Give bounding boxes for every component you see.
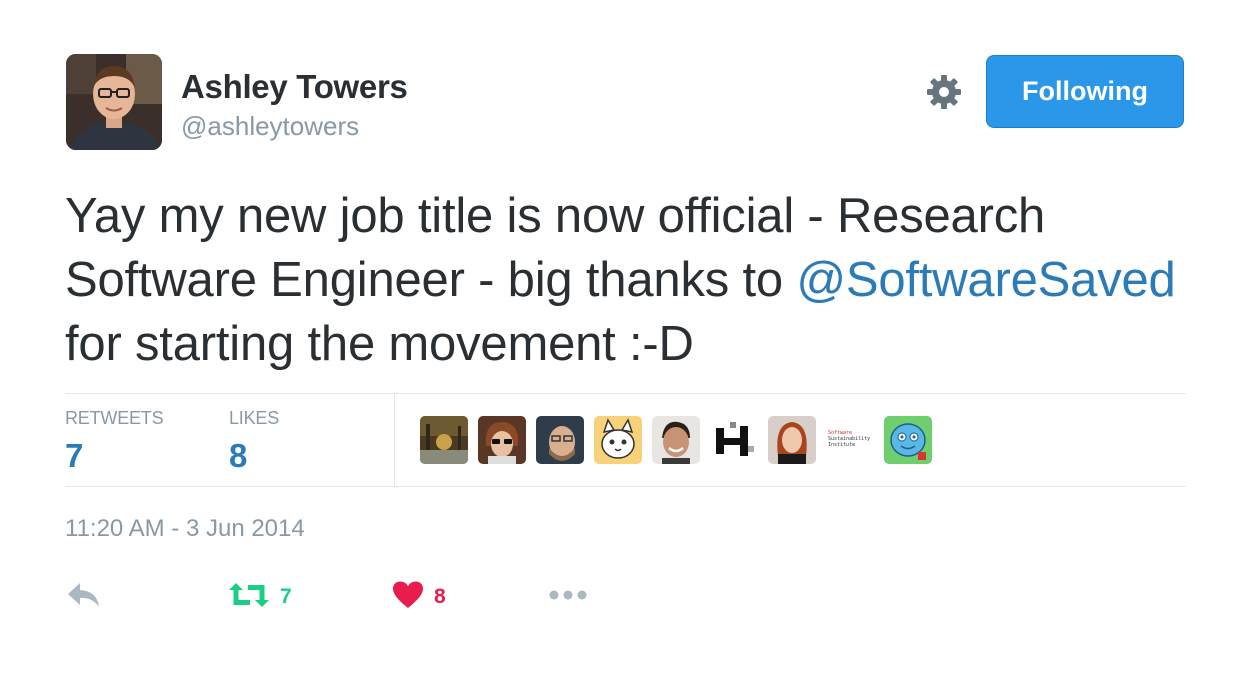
retweet-count: 7 — [280, 585, 292, 608]
heart-icon — [392, 580, 424, 615]
like-button[interactable]: 8 — [392, 578, 446, 616]
tweet-card: Ashley Towers @ashleytowers Following Ya… — [0, 0, 1250, 676]
retweet-button[interactable]: 7 — [228, 578, 292, 616]
likes-count: 8 — [229, 437, 248, 474]
retweet-icon — [228, 581, 270, 614]
liker-avatar-cartoon-cat[interactable] — [594, 416, 642, 464]
stats-top-divider — [65, 393, 1186, 394]
reply-icon — [66, 580, 102, 615]
mention-link[interactable]: @SoftwareSaved — [796, 253, 1175, 307]
tweet-timestamp[interactable]: 11:20 AM - 3 Jun 2014 — [65, 515, 305, 543]
likers-avatars: Software Sustainability Institute — [420, 416, 932, 464]
ssi-logo-line-3: Institute — [828, 442, 855, 448]
liker-avatar-person-smiling[interactable] — [652, 416, 700, 464]
like-count: 8 — [434, 585, 446, 608]
stats-bottom-divider — [65, 486, 1186, 487]
retweets-stat[interactable]: RETWEETS 7 — [65, 408, 164, 475]
following-button[interactable]: Following — [986, 55, 1184, 128]
reply-button[interactable] — [66, 578, 102, 616]
stats-separator — [394, 393, 395, 487]
retweets-label: RETWEETS — [65, 408, 164, 428]
liker-avatar-person-redhead[interactable] — [768, 416, 816, 464]
tweet-text-end: for starting the movement :-D — [65, 317, 694, 371]
liker-avatar-ssi-logo[interactable]: Software Sustainability Institute — [826, 416, 874, 464]
retweets-count: 7 — [65, 437, 84, 474]
gear-icon[interactable] — [924, 72, 964, 112]
more-button[interactable] — [548, 578, 588, 616]
author-avatar[interactable] — [66, 54, 162, 150]
liker-avatar-landscape[interactable] — [420, 416, 468, 464]
likes-label: LIKES — [229, 408, 280, 428]
liker-avatar-person-glasses[interactable] — [478, 416, 526, 464]
liker-avatar-cartoon-creature[interactable] — [884, 416, 932, 464]
author-name[interactable]: Ashley Towers — [181, 68, 408, 106]
liker-avatar-person-bearded[interactable] — [536, 416, 584, 464]
author-handle[interactable]: @ashleytowers — [181, 111, 359, 142]
liker-avatar-black-white-pattern[interactable] — [710, 416, 758, 464]
likes-stat[interactable]: LIKES 8 — [229, 408, 279, 475]
more-icon — [548, 588, 588, 606]
tweet-text: Yay my new job title is now official - R… — [65, 184, 1195, 376]
